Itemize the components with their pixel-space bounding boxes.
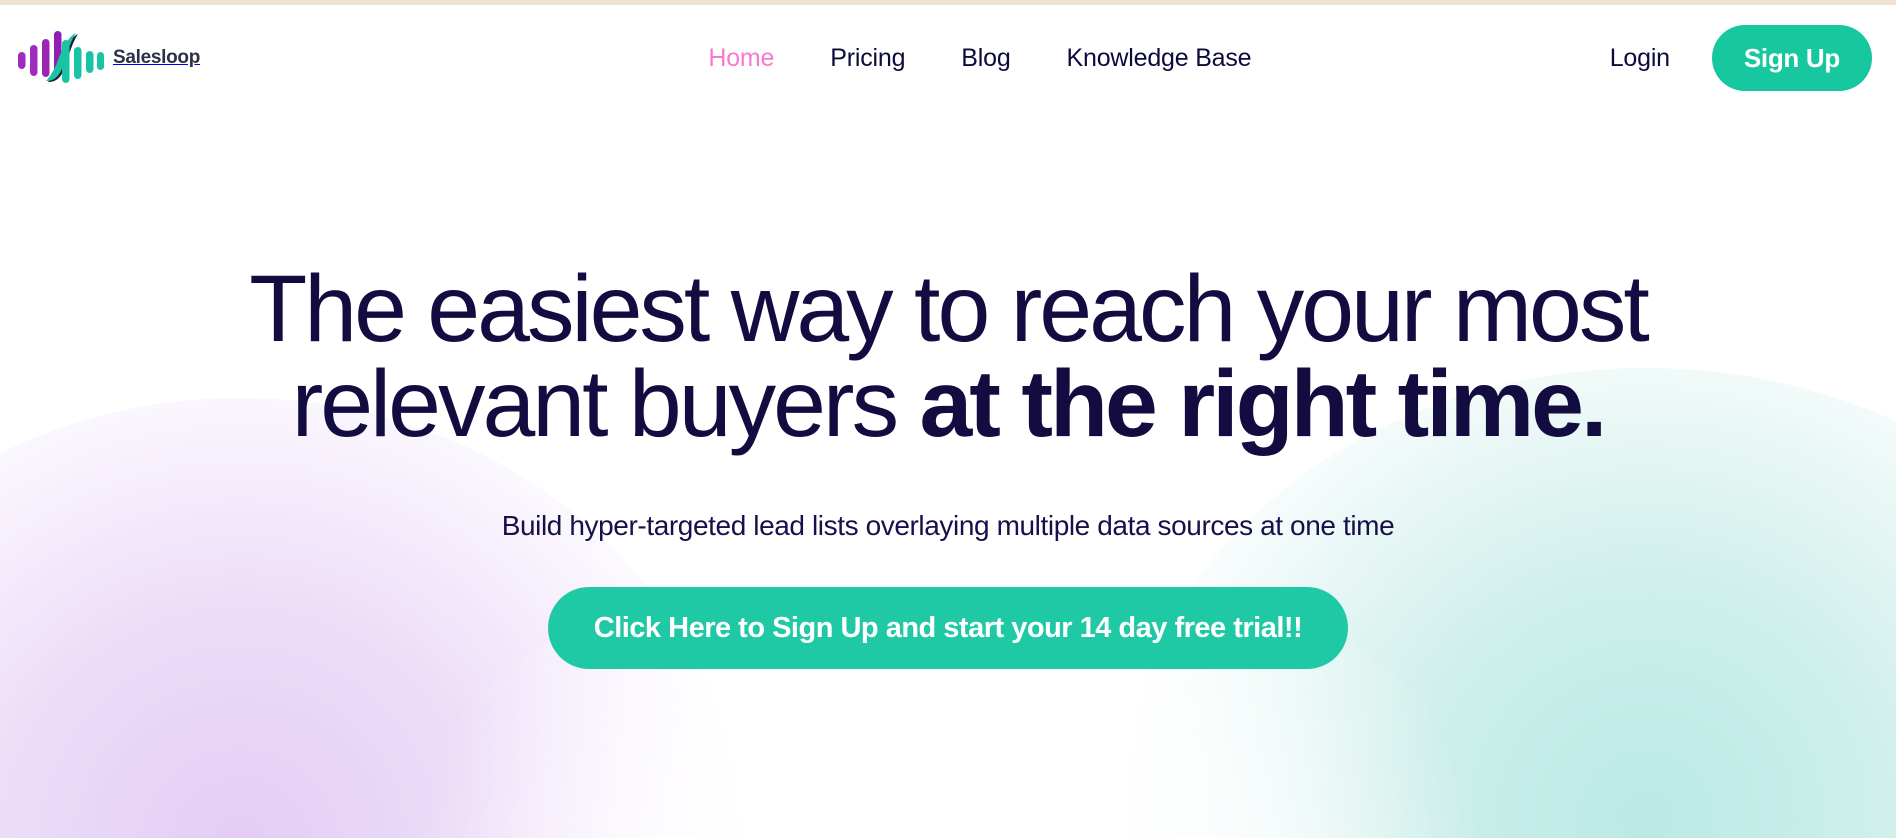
hero-headline: The easiest way to reach your most relev… <box>0 262 1896 452</box>
nav-item-pricing[interactable]: Pricing <box>830 44 905 73</box>
login-link[interactable]: Login <box>1610 44 1670 73</box>
hero-headline-line-2-regular: relevant buyers <box>291 351 920 457</box>
landing-page: Salesloop Home Pricing Blog Knowledge Ba… <box>0 0 1896 838</box>
header-actions: Login Sign Up <box>1610 25 1872 91</box>
hero-cta-wrapper: Click Here to Sign Up and start your 14 … <box>0 587 1896 669</box>
hero-headline-line-2-emphasis: at the right time. <box>919 351 1607 457</box>
nav-item-knowledge-base[interactable]: Knowledge Base <box>1067 44 1252 73</box>
primary-nav: Home Pricing Blog Knowledge Base <box>350 44 1610 73</box>
hero-cta-button[interactable]: Click Here to Sign Up and start your 14 … <box>547 587 1349 669</box>
top-accent-strip <box>0 0 1896 5</box>
brand-logo-link[interactable]: Salesloop <box>18 26 200 91</box>
site-header: Salesloop Home Pricing Blog Knowledge Ba… <box>0 0 1896 116</box>
salesloop-waveform-logo-icon <box>18 26 104 91</box>
sign-up-button[interactable]: Sign Up <box>1711 25 1872 91</box>
hero-subtitle: Build hyper-targeted lead lists overlayi… <box>501 510 1395 541</box>
nav-item-blog[interactable]: Blog <box>961 44 1010 73</box>
hero-headline-line-1: The easiest way to reach your most <box>249 256 1650 362</box>
brand-wordmark: Salesloop <box>113 47 201 68</box>
hero-section: The easiest way to reach your most relev… <box>0 116 1896 669</box>
nav-item-home[interactable]: Home <box>708 44 774 73</box>
